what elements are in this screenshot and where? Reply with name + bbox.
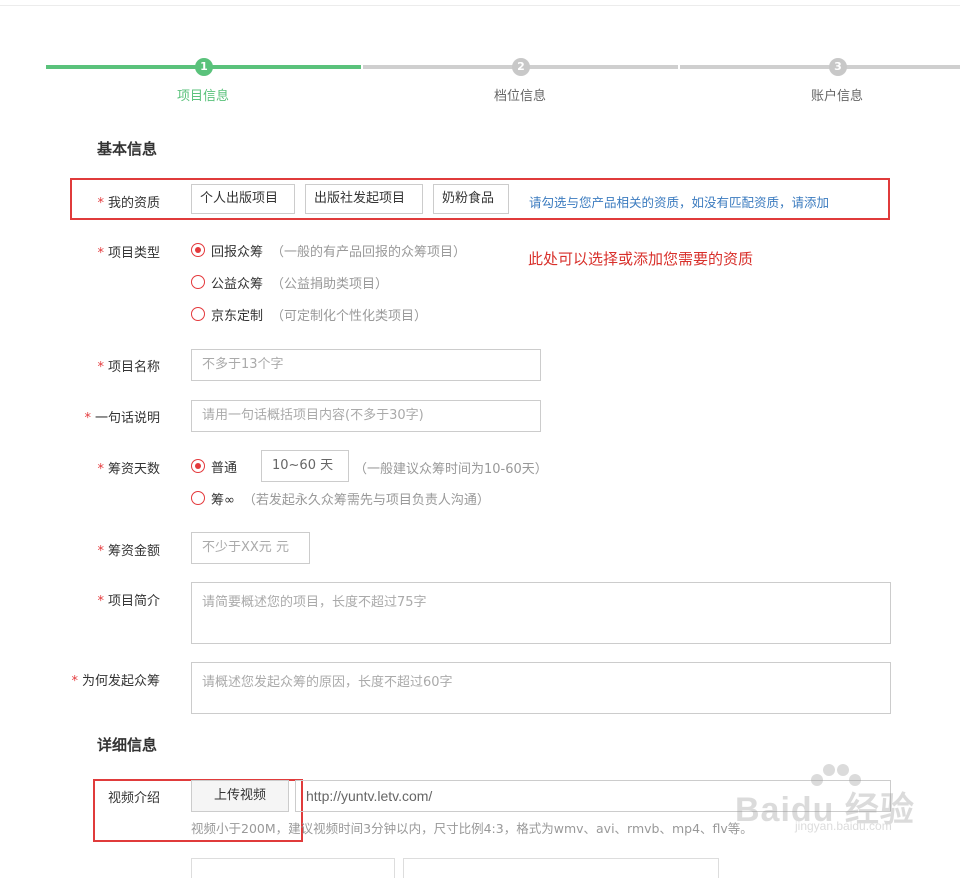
required-asterisk: * (97, 462, 104, 477)
project-name-label: * 项目名称 (97, 360, 160, 375)
next-field-box (191, 858, 395, 878)
video-hint: 视频小于200M，建议视频时间3分钟以内，尺寸比例4:3，格式为wmv、avi、… (191, 821, 753, 836)
radio-button[interactable] (191, 307, 205, 321)
step-2-label[interactable]: 档位信息 (460, 85, 580, 104)
days-input[interactable]: 10~60 天 (261, 450, 349, 482)
option-label: 公益众筹 (211, 276, 264, 292)
next-field-box (403, 858, 719, 878)
required-asterisk: * (97, 544, 104, 559)
option-label: 普通 (211, 460, 238, 476)
step-1-label[interactable]: 项目信息 (143, 85, 263, 104)
intro-label: * 项目简介 (97, 594, 160, 609)
required-asterisk: * (84, 411, 91, 426)
radio-button-selected[interactable] (191, 459, 205, 473)
detail-info-title: 详细信息 (97, 736, 158, 754)
radio-button[interactable] (191, 275, 205, 289)
add-qualification-link[interactable]: 请勾选与您产品相关的资质，如没有匹配资质，请添加 (529, 192, 829, 211)
required-asterisk: * (97, 246, 104, 261)
required-asterisk: * (71, 674, 78, 689)
days-hint: （一般建议众筹时间为10-60天） (354, 462, 548, 477)
step-2-number: 2 (512, 58, 530, 76)
why-label: * 为何发起众筹 (71, 674, 160, 689)
required-asterisk: * (97, 360, 104, 375)
option-label: 京东定制 (211, 308, 264, 324)
amount-input[interactable]: 不少于XX元 元 (191, 532, 310, 564)
radio-button-selected[interactable] (191, 243, 205, 257)
required-asterisk: * (97, 594, 104, 609)
intro-textarea[interactable]: 请简要概述您的项目，长度不超过75字 (191, 582, 891, 644)
tag-publisher-project[interactable]: 出版社发起项目 (305, 184, 423, 214)
radio-reward-crowdfunding[interactable]: 回报众筹 （一般的有产品回报的众筹项目） (191, 241, 467, 260)
option-hint: （若发起永久众筹需先与项目负责人沟通） (242, 492, 490, 508)
radio-jd-custom[interactable]: 京东定制 （可定制化个性化类项目） (191, 305, 428, 324)
project-type-label: * 项目类型 (97, 246, 160, 261)
option-hint: （可定制化个性化类项目） (271, 308, 428, 324)
radio-charity-crowdfunding[interactable]: 公益众筹 （公益捐助类项目） (191, 273, 389, 292)
project-name-input[interactable]: 不多于13个字 (191, 349, 541, 381)
step-1-number: 1 (195, 58, 213, 76)
step-3-bar (680, 65, 960, 69)
video-label: 视频介绍 (107, 791, 160, 806)
option-label: 筹∞ (211, 492, 235, 508)
radio-days-normal[interactable]: 普通 (191, 457, 245, 476)
qualification-label: * 我的资质 (97, 196, 160, 211)
annotation-text: 此处可以选择或添加您需要的资质 (528, 250, 754, 268)
upload-video-button[interactable]: 上传视频 (191, 780, 289, 812)
option-hint: （一般的有产品回报的众筹项目） (271, 244, 467, 260)
one-line-label: * 一句话说明 (84, 411, 160, 426)
one-line-input[interactable]: 请用一句话概括项目内容(不多于30字) (191, 400, 541, 432)
top-divider (0, 5, 960, 6)
watermark-site: jingyan.baidu.com (795, 819, 892, 833)
radio-days-forever[interactable]: 筹∞ （若发起永久众筹需先与项目负责人沟通） (191, 489, 490, 508)
why-textarea[interactable]: 请概述您发起众筹的原因，长度不超过60字 (191, 662, 891, 714)
step-3-label[interactable]: 账户信息 (777, 85, 897, 104)
amount-label: * 筹资金额 (97, 544, 160, 559)
required-asterisk: * (97, 196, 104, 211)
radio-button[interactable] (191, 491, 205, 505)
basic-info-title: 基本信息 (97, 140, 158, 158)
option-hint: （公益捐助类项目） (271, 276, 389, 292)
days-label: * 筹资天数 (97, 462, 160, 477)
baidu-watermark: Baidu 经验 jingyan.baidu.com (735, 762, 945, 833)
tag-milk-powder-food[interactable]: 奶粉食品 (433, 184, 509, 214)
step-3-number: 3 (829, 58, 847, 76)
option-label: 回报众筹 (211, 244, 264, 260)
tag-personal-publishing[interactable]: 个人出版项目 (191, 184, 295, 214)
